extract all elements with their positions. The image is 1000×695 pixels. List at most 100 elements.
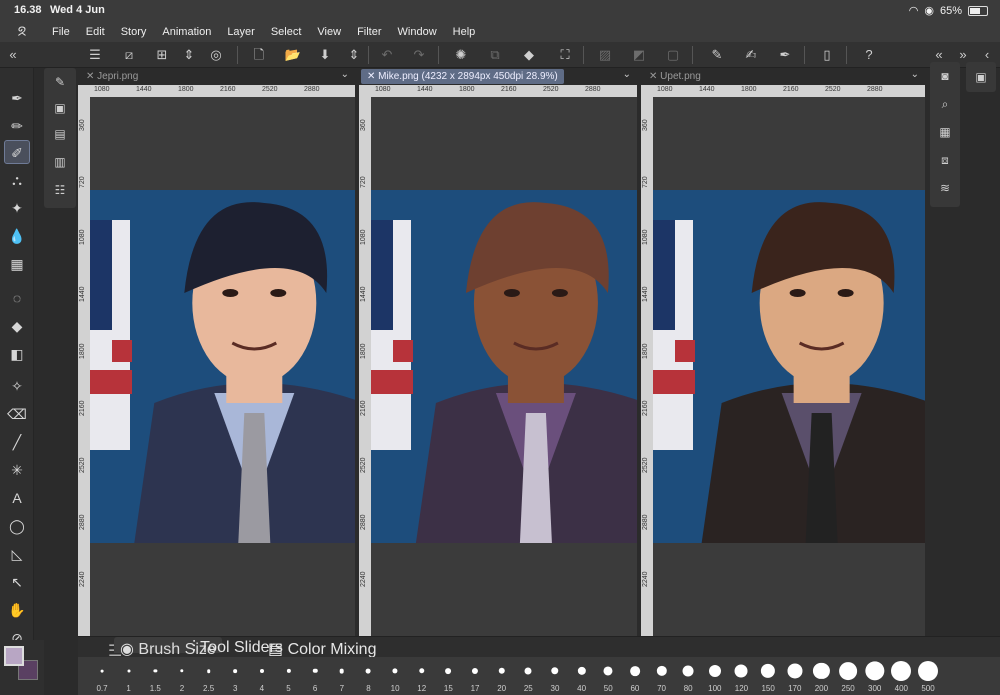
brush-size-option[interactable]: 7 <box>330 657 354 695</box>
decoration-tool-icon[interactable]: ✦ <box>4 196 30 220</box>
canvas-tab[interactable]: ✕ Mike.png (4232 x 2894px 450dpi 28.9%) <box>361 69 564 84</box>
menu-animation[interactable]: Animation <box>154 26 219 38</box>
canvas-options-chevron-icon[interactable]: ⌄ <box>341 69 349 80</box>
brush-size-option[interactable]: 40 <box>570 657 594 695</box>
selection-border-icon[interactable]: ▢ <box>664 46 682 64</box>
canvas-tab[interactable]: ✕ Jepri.png <box>80 69 144 84</box>
layer-move-icon[interactable]: ⊞ <box>153 46 171 64</box>
fill-tool-icon[interactable]: ◆ <box>4 314 30 338</box>
gallery-icon[interactable]: ▣ <box>971 67 991 87</box>
collapse-left-icon[interactable]: « <box>4 46 22 64</box>
sub-brush-icon[interactable]: ✎ <box>50 72 70 92</box>
operation-tool-icon[interactable]: ↖ <box>4 570 30 594</box>
airbrush-tool-icon[interactable]: ⛬ <box>4 168 30 192</box>
brush-size-option[interactable]: 1.5 <box>143 657 167 695</box>
sparkle-select-icon[interactable]: ✧ <box>4 374 30 398</box>
copy-icon[interactable]: ⧉ <box>486 46 504 64</box>
main-color-swatch[interactable] <box>4 646 24 666</box>
save-icon[interactable]: ⬇ <box>316 46 334 64</box>
brush-size-option[interactable]: 80 <box>676 657 700 695</box>
hand-tool-icon[interactable]: ✋ <box>4 598 30 622</box>
blend-tool-icon[interactable]: 💧 <box>4 224 30 248</box>
layer-property-icon[interactable]: ⧈ <box>935 150 955 170</box>
sub-stack-icon[interactable]: ▤ <box>50 124 70 144</box>
brush-size-option[interactable]: 15 <box>436 657 460 695</box>
brush-size-option[interactable]: 0.7 <box>90 657 114 695</box>
brush-size-option[interactable]: 2 <box>170 657 194 695</box>
menu-story[interactable]: Story <box>113 26 155 38</box>
line-tool-icon[interactable]: ╱ <box>4 430 30 454</box>
balloon-tool-icon[interactable]: ◯ <box>4 514 30 538</box>
device-icon[interactable]: ▯ <box>818 46 836 64</box>
pen-tool-icon[interactable]: ✒ <box>4 86 30 110</box>
pencil-tool-icon[interactable]: ✏ <box>4 114 30 138</box>
brush-size-option[interactable]: 25 <box>516 657 540 695</box>
canvas-tab[interactable]: ✕ Upet.png <box>643 69 707 84</box>
menu-view[interactable]: View <box>309 26 349 38</box>
hamburger-menu-icon[interactable]: ☰ <box>86 46 104 64</box>
transform-icon[interactable]: ⧄ <box>120 46 138 64</box>
menu-layer[interactable]: Layer <box>219 26 263 38</box>
brush-size-option[interactable]: 2.5 <box>197 657 221 695</box>
close-tab-icon[interactable]: ✕ <box>367 71 378 82</box>
menu-select[interactable]: Select <box>263 26 310 38</box>
lasso-tool-icon[interactable]: ◌ <box>4 286 30 310</box>
canvas-options-chevron-icon[interactable]: ⌄ <box>911 69 919 80</box>
text-tool-icon[interactable]: A <box>4 486 30 510</box>
canvas-work-area[interactable] <box>371 97 637 636</box>
brush-size-option[interactable]: 500 <box>916 657 940 695</box>
help-icon[interactable]: ? <box>860 46 878 64</box>
star-tool-icon[interactable]: ✳ <box>4 458 30 482</box>
brush-size-option[interactable]: 50 <box>596 657 620 695</box>
close-tab-icon[interactable]: ✕ <box>649 71 660 82</box>
brush-size-option[interactable]: 5 <box>277 657 301 695</box>
brush-size-option[interactable]: 170 <box>783 657 807 695</box>
brush-size-option[interactable]: 400 <box>889 657 913 695</box>
tab-color-mixing[interactable]: ▤ Color Mixing <box>262 637 382 658</box>
sub-sliders-icon[interactable]: ☷ <box>50 180 70 200</box>
search-icon[interactable]: ⌕ <box>935 94 955 114</box>
clear-selection-icon[interactable]: ▨ <box>596 46 614 64</box>
gradient-tool-icon[interactable]: ◧ <box>4 342 30 366</box>
brush-size-option[interactable]: 150 <box>756 657 780 695</box>
menu-filter[interactable]: Filter <box>349 26 389 38</box>
sub-layer-icon[interactable]: ▣ <box>50 98 70 118</box>
menu-help[interactable]: Help <box>445 26 484 38</box>
brush-size-option[interactable]: 30 <box>543 657 567 695</box>
brush-size-option[interactable]: 200 <box>809 657 833 695</box>
stepper-icon[interactable]: ⇕ <box>180 46 198 64</box>
brush-size-option[interactable]: 8 <box>356 657 380 695</box>
brush-size-option[interactable]: 10 <box>383 657 407 695</box>
brush-size-option[interactable]: 250 <box>836 657 860 695</box>
canvas-mike[interactable]: ✕ Mike.png (4232 x 2894px 450dpi 28.9%) ⌄… <box>359 68 637 636</box>
redo-icon[interactable]: ↷ <box>410 46 428 64</box>
brush-size-option[interactable]: 20 <box>490 657 514 695</box>
brush-size-option[interactable]: 12 <box>410 657 434 695</box>
canvas-upet[interactable]: ✕ Upet.png ⌄ 1080 1440 1800 2160 2520 2880 360 72… <box>641 68 925 636</box>
material-icon[interactable]: ▦ <box>935 122 955 142</box>
menu-window[interactable]: Window <box>390 26 445 38</box>
brush-icon[interactable]: ✍ <box>742 46 760 64</box>
frame-tool-icon[interactable]: ◺ <box>4 542 30 566</box>
open-folder-icon[interactable]: 📂 <box>284 46 302 64</box>
brush-size-option[interactable]: 4 <box>250 657 274 695</box>
crop-icon[interactable]: ⛶ <box>556 46 574 64</box>
brush-size-option[interactable]: 100 <box>703 657 727 695</box>
layers-icon[interactable]: ≋ <box>935 178 955 198</box>
save-stepper-icon[interactable]: ⇕ <box>345 46 363 64</box>
grid-tool-icon[interactable]: ▦ <box>4 252 30 276</box>
close-tab-icon[interactable]: ✕ <box>86 71 97 82</box>
pen-check-icon[interactable]: ✎ <box>708 46 726 64</box>
spinner-icon[interactable]: ✺ <box>452 46 470 64</box>
brush-size-option[interactable]: 300 <box>863 657 887 695</box>
canvas-work-area[interactable] <box>90 97 355 636</box>
canvas-jepri[interactable]: ✕ Jepri.png ⌄ 1080 1440 1800 2160 2520 2880 360 7… <box>78 68 355 636</box>
color-wheel-icon[interactable]: ◎ <box>207 46 225 64</box>
brush-size-option[interactable]: 120 <box>729 657 753 695</box>
menu-file[interactable]: File <box>44 26 78 38</box>
fill-icon[interactable]: ◆ <box>520 46 538 64</box>
brush-size-option[interactable]: 1 <box>117 657 141 695</box>
new-file-icon[interactable]: 🗋 <box>250 46 268 64</box>
brush-size-option[interactable]: 17 <box>463 657 487 695</box>
navigator-icon[interactable]: ◙ <box>935 66 955 86</box>
